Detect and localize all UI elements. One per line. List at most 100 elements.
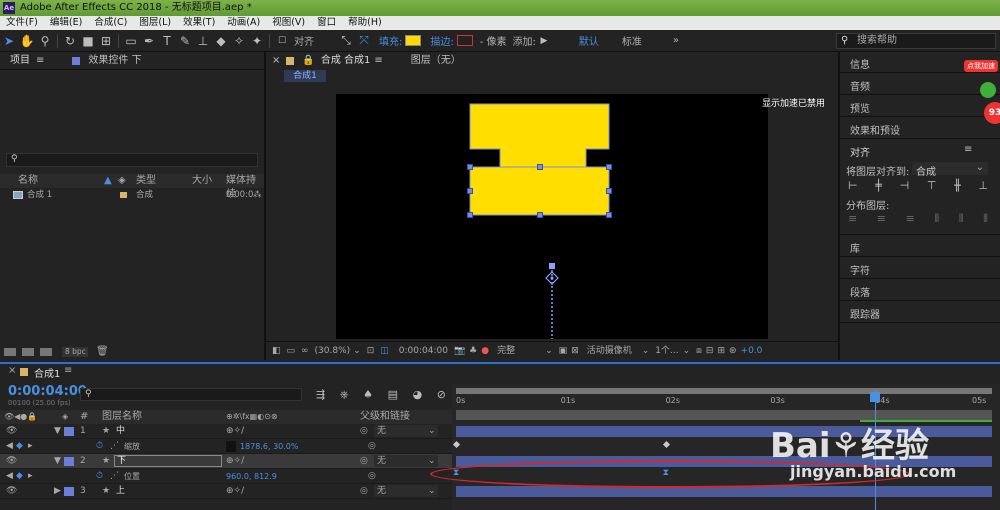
clone-stamp-tool-icon[interactable]: ⊥: [194, 32, 212, 50]
selection-handle[interactable]: [606, 164, 612, 170]
stroke-width-value[interactable]: - 像素: [480, 33, 507, 48]
timeline-icon[interactable]: ⊟: [706, 342, 714, 360]
puppet-pin-tool-icon[interactable]: ✦: [248, 32, 266, 50]
eye-icon[interactable]: 👁: [6, 454, 17, 469]
layer-label-color[interactable]: [64, 457, 74, 466]
keyframe-nav-prev-icon[interactable]: ◀: [6, 439, 13, 454]
project-item-row[interactable]: 合成 1 合成 0:00:0 ⁂: [0, 188, 264, 202]
motion-blur-icon[interactable]: ◕: [413, 388, 423, 402]
close-icon[interactable]: ×: [8, 365, 16, 376]
mask-visibility-icon[interactable]: ∞: [301, 342, 309, 360]
eraser-tool-icon[interactable]: ◆: [212, 32, 230, 50]
stopwatch-icon[interactable]: ⏱: [96, 469, 103, 484]
selection-handle[interactable]: [467, 188, 473, 194]
camera-dropdown[interactable]: 活动摄像机: [587, 342, 632, 360]
menu-composition[interactable]: 合成(C): [88, 16, 133, 30]
column-name[interactable]: 名称: [18, 174, 38, 188]
layer-name[interactable]: 上: [116, 484, 125, 499]
keyframe-diamond-icon[interactable]: ◆: [16, 469, 23, 484]
distribute-bottom-icon[interactable]: ≡: [906, 212, 915, 225]
chevron-down-icon[interactable]: ⌄: [353, 342, 361, 360]
hand-tool-icon[interactable]: ✋: [18, 32, 36, 50]
playhead-handle[interactable]: [870, 392, 881, 402]
show-snapshot-icon[interactable]: ♣: [469, 342, 477, 360]
toggle-pixel-aspect-icon[interactable]: ⧈: [696, 342, 702, 360]
stopwatch-icon[interactable]: ⏱: [96, 439, 103, 454]
distribute-right-icon[interactable]: ⦀: [983, 212, 988, 225]
keyframe-diamond-icon[interactable]: ◆: [16, 439, 23, 454]
tab-layer[interactable]: 图层（无）: [383, 52, 461, 70]
camera-tool-icon[interactable]: ■: [79, 32, 97, 50]
pick-whip-icon[interactable]: ◎: [368, 439, 376, 454]
menu-file[interactable]: 文件(F): [4, 16, 44, 30]
column-size[interactable]: 大小: [192, 174, 212, 188]
layer-row[interactable]: 👁 ▼ 1 ★ 中 ⊕✧/ ◎ 无 ⌄: [0, 424, 452, 439]
menu-effect[interactable]: 效果(T): [177, 16, 221, 30]
fill-color-swatch[interactable]: [405, 35, 422, 46]
bit-depth-button[interactable]: 8 bpc: [62, 347, 88, 357]
graph-icon[interactable]: ⋰: [110, 469, 119, 484]
more-workspaces-icon[interactable]: »: [673, 35, 679, 46]
chevron-down-icon[interactable]: ⌄: [428, 424, 436, 439]
keyframe-nav-next-icon[interactable]: ▸: [28, 469, 33, 484]
timeline-timecode[interactable]: 0:00:04:00: [8, 384, 87, 399]
chevron-down-icon[interactable]: ⌄: [683, 342, 691, 360]
chevron-down-icon[interactable]: ⌄: [642, 342, 650, 360]
layer-name[interactable]: 中: [116, 424, 125, 439]
graph-editor-icon[interactable]: ⊘: [437, 388, 446, 402]
zoom-dropdown[interactable]: (30.8%): [315, 342, 351, 360]
selection-tool-icon[interactable]: ➤: [0, 32, 18, 50]
selection-handle[interactable]: [537, 164, 543, 170]
property-value[interactable]: 960.0, 812.9: [226, 469, 277, 484]
pan-behind-tool-icon[interactable]: ⊞: [97, 32, 115, 50]
rotate-tool-icon[interactable]: ↻: [61, 32, 79, 50]
column-layer-name[interactable]: 图层名称: [102, 410, 142, 424]
menu-window[interactable]: 窗口: [311, 16, 342, 30]
link-icon[interactable]: [226, 441, 236, 452]
column-parent-link[interactable]: 父级和链接: [360, 410, 410, 424]
chevron-down-icon[interactable]: ⌄: [428, 484, 436, 499]
pick-whip-icon[interactable]: ◎: [360, 454, 368, 469]
selection-handle[interactable]: [467, 164, 473, 170]
pick-whip-icon[interactable]: ◎: [360, 424, 368, 439]
chevron-down-icon[interactable]: ⌄: [428, 454, 436, 469]
align-right-icon[interactable]: ⊣: [900, 179, 910, 192]
tab-timeline-comp[interactable]: 合成1: [34, 365, 60, 380]
keyframe-nav-prev-icon[interactable]: ◀: [6, 469, 13, 484]
shy-layers-icon[interactable]: ♠: [363, 388, 373, 402]
menu-layer[interactable]: 图层(L): [133, 16, 177, 30]
comp-breadcrumb[interactable]: 合成1: [284, 70, 326, 82]
time-ruler[interactable]: 0s 01s 02s 03s 04s 05s: [452, 394, 1000, 410]
always-preview-icon[interactable]: ◧: [272, 342, 281, 360]
menu-help[interactable]: 帮助(H): [342, 16, 388, 30]
region-of-interest-icon[interactable]: ◫: [380, 342, 389, 360]
tab-effect-controls[interactable]: 效果控件 下: [80, 52, 141, 69]
panel-menu-icon[interactable]: ≡: [64, 365, 72, 376]
align-horizontal-center-icon[interactable]: ╪: [875, 179, 882, 192]
mascot-icon[interactable]: [980, 82, 996, 98]
snapshot-icon[interactable]: 📷: [454, 342, 465, 360]
reset-exposure-icon[interactable]: ⊛: [729, 342, 737, 360]
search-help-input[interactable]: ⚲ 搜索帮助: [836, 33, 996, 49]
panel-align[interactable]: 对齐: [850, 144, 870, 159]
new-composition-icon[interactable]: [40, 348, 52, 356]
menu-view[interactable]: 视图(V): [266, 16, 311, 30]
fast-preview-icon[interactable]: ▣: [559, 342, 568, 360]
selection-handle[interactable]: [537, 212, 543, 218]
snap-expand-icon[interactable]: ⤧: [355, 32, 373, 50]
stroke-color-swatch[interactable]: [456, 35, 473, 46]
distribute-left-icon[interactable]: ⦀: [934, 212, 939, 225]
panel-tracker[interactable]: 跟踪器: [850, 306, 880, 321]
panel-preview[interactable]: 预览: [850, 100, 870, 115]
expand-chevron-icon[interactable]: ▶: [54, 484, 61, 499]
menu-edit[interactable]: 编辑(E): [44, 16, 88, 30]
accelerate-badge[interactable]: 点我加速: [964, 60, 998, 72]
pick-whip-icon[interactable]: ◎: [360, 484, 368, 499]
column-type[interactable]: 类型: [136, 174, 156, 188]
new-folder-icon[interactable]: [22, 348, 34, 356]
close-icon[interactable]: ×: [266, 52, 280, 70]
keyframe-nav-next-icon[interactable]: ▸: [28, 439, 33, 454]
layer-switch-icons[interactable]: ⊕✧/: [226, 454, 244, 469]
panel-audio[interactable]: 音频: [850, 78, 870, 93]
layer-label-color[interactable]: [64, 487, 74, 496]
